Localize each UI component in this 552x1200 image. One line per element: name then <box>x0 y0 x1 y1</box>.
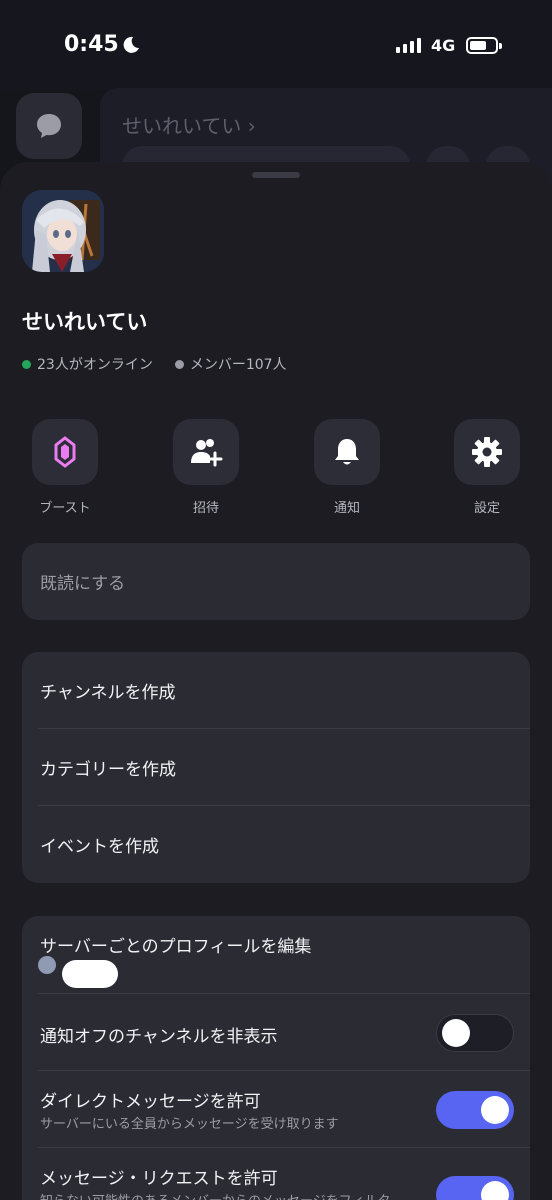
allow-dm-item: ダイレクトメッセージを許可 サーバーにいる全員からメッセージを受け取ります <box>22 1071 530 1148</box>
invite-button[interactable] <box>173 419 239 485</box>
bell-icon <box>335 439 359 465</box>
invite-action[interactable]: 招待 <box>151 419 261 516</box>
network-type: 4G <box>431 36 456 55</box>
allow-requests-description: 知らない可能性のあるメンバーからのメッセージをフィルタ <box>40 1190 430 1200</box>
profile-avatar <box>38 956 56 974</box>
drag-handle[interactable] <box>252 172 300 178</box>
allow-dm-description: サーバーにいる全員からメッセージを受け取ります <box>40 1117 339 1132</box>
settings-button[interactable] <box>454 419 520 485</box>
allow-dm-toggle[interactable] <box>436 1091 514 1129</box>
settings-action[interactable]: 設定 <box>432 419 542 516</box>
member-count: メンバー107人 <box>174 354 287 374</box>
settings-card: サーバーごとのプロフィールを編集 通知オフのチャンネルを非表示 ダイレクトメッセ… <box>22 916 530 1200</box>
allow-requests-item: メッセージ・リクエストを許可 知らない可能性のあるメンバーからのメッセージをフィ… <box>22 1148 530 1200</box>
online-dot-icon <box>22 359 31 369</box>
action-buttons: ブースト 招待 通知 設定 <box>0 419 552 519</box>
notifications-button[interactable] <box>314 419 380 485</box>
server-name: せいれいてい <box>22 310 148 334</box>
mark-read-card: 既読にする <box>22 543 530 620</box>
edit-profile-label: サーバーごとのプロフィールを編集 <box>40 937 312 957</box>
create-category-label: カテゴリーを作成 <box>40 760 176 780</box>
invite-user-icon <box>191 439 223 467</box>
settings-label: 設定 <box>473 501 500 516</box>
gear-icon <box>472 437 502 467</box>
online-count-label: 23人がオンライン <box>37 357 153 373</box>
signal-icon <box>396 38 421 53</box>
create-event-label: イベントを作成 <box>40 837 159 857</box>
member-count-label: メンバー107人 <box>189 357 287 373</box>
chat-bubble-icon <box>37 114 61 138</box>
boost-button[interactable] <box>32 419 98 485</box>
member-dot-icon <box>174 359 184 369</box>
notifications-label: 通知 <box>333 501 360 516</box>
invite-label: 招待 <box>192 501 219 516</box>
create-event-item[interactable]: イベントを作成 <box>22 806 530 883</box>
notifications-action[interactable]: 通知 <box>292 419 402 516</box>
dm-button[interactable] <box>16 93 82 159</box>
create-category-item[interactable]: カテゴリーを作成 <box>22 729 530 806</box>
hide-muted-item: 通知オフのチャンネルを非表示 <box>22 994 530 1071</box>
hide-muted-label: 通知オフのチャンネルを非表示 <box>40 1027 278 1047</box>
create-channel-label: チャンネルを作成 <box>40 683 176 703</box>
allow-dm-label: ダイレクトメッセージを許可 <box>40 1092 261 1112</box>
create-card: チャンネルを作成 カテゴリーを作成 イベントを作成 <box>22 652 530 883</box>
boost-label: ブースト <box>39 501 91 516</box>
boost-gem-icon <box>54 436 76 468</box>
server-avatar-image <box>22 190 104 272</box>
allow-requests-label: メッセージ・リクエストを許可 <box>40 1169 278 1189</box>
server-stats: 23人がオンライン メンバー107人 <box>22 354 309 374</box>
online-count: 23人がオンライン <box>22 354 153 374</box>
server-avatar <box>22 190 104 272</box>
edit-profile-item[interactable]: サーバーごとのプロフィールを編集 <box>22 916 530 994</box>
status-time: 0:45 <box>64 32 119 57</box>
battery-icon <box>466 37 502 54</box>
create-channel-item[interactable]: チャンネルを作成 <box>22 652 530 729</box>
boost-action[interactable]: ブースト <box>10 419 120 516</box>
redacted-area <box>62 960 118 988</box>
server-menu-sheet: せいれいてい 23人がオンライン メンバー107人 ブースト 招待 通知 設定 … <box>0 162 552 1200</box>
mark-read-item[interactable]: 既読にする <box>22 543 530 620</box>
moon-icon <box>123 36 139 53</box>
server-header-title[interactable]: せいれいてい › <box>122 110 256 139</box>
hide-muted-toggle[interactable] <box>436 1014 514 1052</box>
status-bar: 0:45 4G <box>0 0 552 90</box>
allow-requests-toggle[interactable] <box>436 1176 514 1200</box>
